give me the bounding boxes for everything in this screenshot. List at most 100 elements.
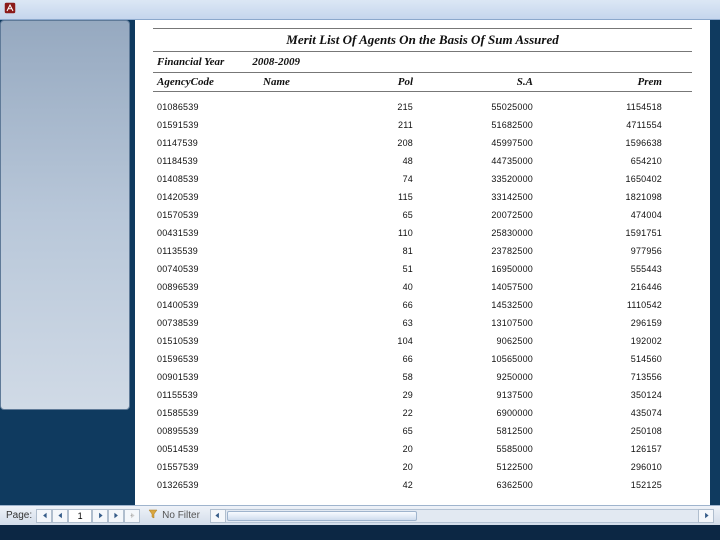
table-row: 015105391049062500192002 bbox=[153, 332, 692, 350]
col-pol: Pol bbox=[333, 76, 413, 88]
cell-name bbox=[263, 480, 333, 490]
cell-sa: 23782500 bbox=[413, 246, 533, 256]
cell-sa: 45997500 bbox=[413, 138, 533, 148]
cell-sa: 6900000 bbox=[413, 408, 533, 418]
next-page-button[interactable] bbox=[92, 509, 108, 523]
new-page-button[interactable]: * bbox=[124, 509, 140, 523]
page-number-input[interactable] bbox=[68, 509, 92, 523]
cell-name bbox=[263, 102, 333, 112]
last-page-button[interactable] bbox=[108, 509, 124, 523]
cell-name bbox=[263, 120, 333, 130]
cell-code: 01326539 bbox=[153, 480, 263, 490]
cell-pol: 22 bbox=[333, 408, 413, 418]
table-row: 01326539426362500152125 bbox=[153, 476, 692, 494]
cell-name bbox=[263, 282, 333, 292]
cell-name bbox=[263, 336, 333, 346]
cell-pol: 65 bbox=[333, 210, 413, 220]
cell-prem: 296010 bbox=[533, 462, 668, 472]
cell-pol: 74 bbox=[333, 174, 413, 184]
cell-name bbox=[263, 372, 333, 382]
cell-sa: 51682500 bbox=[413, 120, 533, 130]
cell-prem: 1591751 bbox=[533, 228, 668, 238]
column-headers: AgencyCode Name Pol S.A Prem bbox=[153, 72, 692, 92]
cell-name bbox=[263, 228, 333, 238]
cell-name bbox=[263, 156, 333, 166]
cell-prem: 514560 bbox=[533, 354, 668, 364]
cell-pol: 63 bbox=[333, 318, 413, 328]
cell-prem: 1154518 bbox=[533, 102, 668, 112]
cell-prem: 192002 bbox=[533, 336, 668, 346]
page-label: Page: bbox=[6, 510, 32, 521]
col-name: Name bbox=[263, 76, 333, 88]
table-row: 007405395116950000555443 bbox=[153, 260, 692, 278]
col-agencycode: AgencyCode bbox=[153, 76, 263, 88]
scroll-left-button[interactable] bbox=[210, 509, 226, 523]
cell-sa: 55025000 bbox=[413, 102, 533, 112]
cell-name bbox=[263, 264, 333, 274]
report-viewer: Merit List Of Agents On the Basis Of Sum… bbox=[135, 20, 710, 512]
table-row: 0140853974335200001650402 bbox=[153, 170, 692, 188]
cell-code: 01086539 bbox=[153, 102, 263, 112]
no-filter-label: No Filter bbox=[162, 510, 200, 521]
cell-code: 01585539 bbox=[153, 408, 263, 418]
table-row: 011355398123782500977956 bbox=[153, 242, 692, 260]
cell-sa: 6362500 bbox=[413, 480, 533, 490]
cell-pol: 58 bbox=[333, 372, 413, 382]
cell-sa: 10565000 bbox=[413, 354, 533, 364]
cell-sa: 14057500 bbox=[413, 282, 533, 292]
cell-name bbox=[263, 174, 333, 184]
cell-code: 00740539 bbox=[153, 264, 263, 274]
table-row: 01420539115331425001821098 bbox=[153, 188, 692, 206]
table-row: 015965396610565000514560 bbox=[153, 350, 692, 368]
table-row: 01086539215550250001154518 bbox=[153, 98, 692, 116]
col-sa: S.A bbox=[413, 76, 533, 88]
filter-status[interactable]: No Filter bbox=[148, 509, 200, 522]
cell-name bbox=[263, 246, 333, 256]
cell-sa: 9062500 bbox=[413, 336, 533, 346]
cell-code: 00514539 bbox=[153, 444, 263, 454]
table-row: 01585539 226900000435074 bbox=[153, 404, 692, 422]
cell-sa: 9137500 bbox=[413, 390, 533, 400]
cell-code: 00896539 bbox=[153, 282, 263, 292]
cell-pol: 110 bbox=[333, 228, 413, 238]
cell-pol: 66 bbox=[333, 300, 413, 310]
cell-code: 01184539 bbox=[153, 156, 263, 166]
cell-name bbox=[263, 462, 333, 472]
cell-pol: 42 bbox=[333, 480, 413, 490]
cell-sa: 5812500 bbox=[413, 426, 533, 436]
cell-code: 00895539 bbox=[153, 426, 263, 436]
cell-prem: 1110542 bbox=[533, 300, 668, 310]
access-icon bbox=[4, 1, 16, 19]
cell-sa: 16950000 bbox=[413, 264, 533, 274]
status-bar: Page: * No Filter bbox=[0, 505, 720, 525]
financial-year-value: 2008-2009 bbox=[252, 56, 300, 68]
cell-code: 00431539 bbox=[153, 228, 263, 238]
scroll-right-button[interactable] bbox=[698, 509, 714, 523]
cell-name bbox=[263, 390, 333, 400]
table-row: 01155539299137500350124 bbox=[153, 386, 692, 404]
background-panel bbox=[0, 20, 130, 410]
horizontal-scrollbar[interactable] bbox=[210, 509, 714, 523]
first-page-button[interactable] bbox=[36, 509, 52, 523]
table-row: 0140053966145325001110542 bbox=[153, 296, 692, 314]
table-row: 01591539211516825004711554 bbox=[153, 116, 692, 134]
cell-prem: 555443 bbox=[533, 264, 668, 274]
page-navigation: Page: * bbox=[0, 509, 140, 523]
cell-prem: 435074 bbox=[533, 408, 668, 418]
cell-prem: 977956 bbox=[533, 246, 668, 256]
cell-sa: 5585000 bbox=[413, 444, 533, 454]
cell-name bbox=[263, 210, 333, 220]
col-prem: Prem bbox=[533, 76, 668, 88]
report-rows-container: 0108653921555025000115451801591539211516… bbox=[153, 98, 692, 494]
prev-page-button[interactable] bbox=[52, 509, 68, 523]
table-row: 00514539205585000126157 bbox=[153, 440, 692, 458]
cell-prem: 296159 bbox=[533, 318, 668, 328]
cell-name bbox=[263, 318, 333, 328]
cell-name bbox=[263, 138, 333, 148]
funnel-icon bbox=[148, 509, 158, 522]
scrollbar-thumb[interactable] bbox=[227, 511, 417, 521]
report-subheader: Financial Year 2008-2009 bbox=[153, 56, 692, 72]
cell-code: 01400539 bbox=[153, 300, 263, 310]
cell-pol: 208 bbox=[333, 138, 413, 148]
cell-name bbox=[263, 408, 333, 418]
